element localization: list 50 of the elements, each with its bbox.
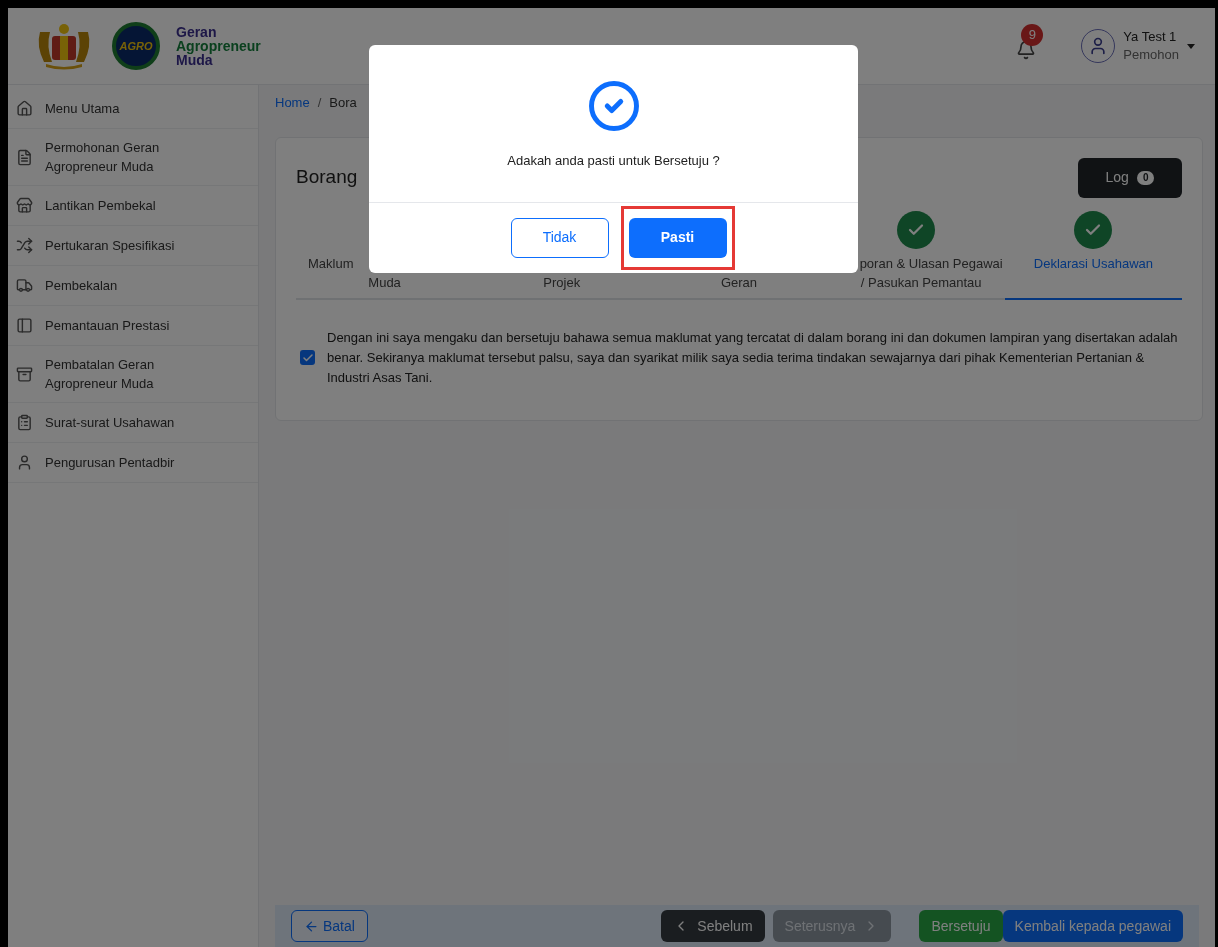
app-name: Agropreneur <box>176 39 261 53</box>
step-label: / Pasukan Pemantau <box>859 273 982 292</box>
sidebar-item[interactable]: Menu Utama <box>8 89 258 129</box>
sidebar-item[interactable]: Permohonan Geran Agropreneur Muda <box>8 129 258 186</box>
sidebar-item[interactable]: Pembatalan Geran Agropreneur Muda <box>8 346 258 403</box>
notification-count: 9 <box>1021 24 1044 46</box>
log-count: 0 <box>1136 170 1155 185</box>
panel-icon <box>16 317 33 334</box>
sidebar-item[interactable]: Pengurusan Pentadbir <box>8 443 258 483</box>
user-icon <box>16 454 33 471</box>
agro-logo: AGRO <box>112 22 160 70</box>
sidebar-item[interactable]: Pertukaran Spesifikasi <box>8 226 258 266</box>
sidebar-item[interactable]: Surat-surat Usahawan <box>8 403 258 443</box>
notification-button[interactable]: 9 <box>1011 26 1042 66</box>
step-label: Maklum <box>307 254 354 273</box>
footer-button[interactable]: Kembali kepada pegawai <box>1002 910 1183 942</box>
step-label: poran & Ulasan Pegawai <box>858 254 1003 273</box>
sidebar-item[interactable]: Pembekalan <box>8 266 258 306</box>
user-name: Ya Test 1 <box>1123 28 1178 46</box>
app-name: Muda <box>176 53 213 67</box>
shuffle-icon <box>16 237 33 254</box>
step-tab[interactable]: poran & Ulasan Pegawai / Pasukan Pemantau <box>827 209 1005 298</box>
sidebar-item[interactable]: Pemantauan Prestasi <box>8 306 258 346</box>
breadcrumb-separator: / <box>317 94 322 112</box>
step-label: Deklarasi Usahawan <box>1033 254 1153 273</box>
footer-button[interactable]: Bersetuju <box>919 910 1003 942</box>
dialog-button[interactable]: Pasti <box>628 217 727 258</box>
log-button[interactable]: Log 0 <box>1078 157 1182 198</box>
declaration-text: Dengan ini saya mengaku dan bersetuju bahawa semua maklumat yang tercatat di dalam borang ini dan dokumen lampiran yang disertakan adalah benar. Sekiranya maklumat tersebut palsu, saya dan syarikat milik saya sedia terima tindakan sewajarnya dari pihak Kementerian Pertanian & Industri Asas Tani. <box>327 328 1179 387</box>
dialog-button[interactable]: Tidak <box>510 217 609 258</box>
step-tab[interactable]: Deklarasi Usahawan <box>1004 209 1182 300</box>
caret-icon[interactable] <box>1187 43 1195 49</box>
tray-icon <box>16 365 33 383</box>
clipboard-icon <box>16 414 33 431</box>
check-circle-icon <box>586 79 641 133</box>
declaration-checkbox[interactable] <box>300 350 315 365</box>
card-title: Borang <box>296 165 358 190</box>
step-label: Muda <box>368 273 401 292</box>
app-name: Geran <box>176 25 218 39</box>
sidebar-item[interactable]: Lantikan Pembekal <box>8 186 258 226</box>
footer-button[interactable]: Sebelum <box>661 910 765 942</box>
user-role: Pemohon <box>1123 46 1179 64</box>
breadcrumb-current: Bora <box>329 94 357 112</box>
dialog-message: Adakah anda pasti untuk Bersetuju ? <box>507 152 720 170</box>
store-icon <box>16 197 33 214</box>
home-icon <box>16 100 33 117</box>
breadcrumb-link[interactable]: Home <box>275 93 310 113</box>
bell-icon <box>1016 40 1037 60</box>
document-icon <box>16 148 33 166</box>
truck-icon <box>16 277 33 294</box>
